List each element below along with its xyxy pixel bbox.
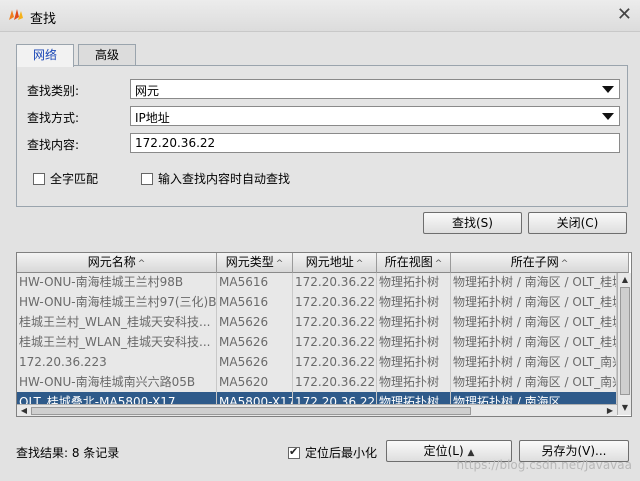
table-cell: 172.20.36.223 [17, 352, 217, 373]
table-cell: 物理拓扑树 / 南海区 / OLT_南兴 [451, 372, 617, 393]
minimize-after-locate-checkbox[interactable] [288, 445, 300, 459]
scroll-thumb[interactable] [620, 287, 630, 395]
scroll-down-icon[interactable]: ▼ [619, 402, 631, 414]
table-row[interactable]: HW-ONU-南海桂城南兴六路05B MA5620 172.20.36.222 物理拓… [17, 372, 617, 393]
table-cell: 物理拓扑树 / 南海区 / OLT_桂城 [451, 332, 617, 353]
sort-arrow-icon: ^ [355, 259, 364, 269]
table-cell: 物理拓扑树 / 南海区 / OLT_桂城 [451, 292, 617, 313]
table-cell: 物理拓扑树 [377, 332, 451, 353]
table-cell: 物理拓扑树 [377, 292, 451, 313]
app-logo-icon [9, 9, 23, 20]
auto-search-option[interactable]: 输入查找内容时自动查找 [141, 170, 290, 187]
scroll-right-icon[interactable]: ▶ [604, 405, 616, 416]
vertical-scrollbar[interactable]: ▲ ▼ [617, 273, 631, 415]
column-header-label: 所在视图 [384, 255, 433, 269]
search-content-label: 查找内容: [27, 138, 80, 152]
column-header-ne-type[interactable]: 网元类型 ^ [217, 253, 293, 273]
table-row[interactable]: 桂城王兰村_WLAN_桂城天安科技... MA5626 172.20.36.227 物… [17, 332, 617, 353]
column-header-ne-name[interactable]: 网元名称 ^ [17, 253, 217, 273]
window-close-icon[interactable]: ✕ [617, 4, 632, 26]
column-header-label: 网元类型 [225, 255, 274, 269]
search-method-value: IP地址 [135, 111, 170, 125]
full-match-checkbox[interactable] [33, 172, 45, 185]
table-header: 网元名称 ^ 网元类型 ^ 网元地址 ^ 所在视图 ^ 所在子网 ^ [17, 253, 629, 273]
table-cell: MA5620 [217, 372, 293, 393]
table-cell: MA5616 [217, 273, 293, 293]
table-cell: HW-ONU-南海桂城王兰村97(三化)B [17, 292, 217, 313]
scroll-left-icon[interactable]: ◀ [18, 405, 30, 416]
table-cell: 物理拓扑树 / 南海区 / OLT_南兴 [451, 352, 617, 373]
table-cell: 172.20.36.227 [293, 332, 377, 353]
close-button[interactable]: 关闭(C) [528, 212, 627, 234]
triangle-up-icon: ▲ [467, 448, 475, 458]
search-criteria-panel: 查找类别: 网元 查找方式: IP地址 查找内容: 全字匹配 输入查找内容时自动… [16, 65, 628, 207]
table-cell: 物理拓扑树 [377, 352, 451, 373]
table-cell: 172.20.36.220 [293, 292, 377, 313]
full-match-option[interactable]: 全字匹配 [33, 170, 98, 187]
chevron-down-icon[interactable] [602, 113, 614, 120]
sort-arrow-icon: ^ [275, 259, 284, 269]
search-button[interactable]: 查找(S) [423, 212, 522, 234]
table-cell: 172.20.36.229 [293, 312, 377, 333]
table-cell: 物理拓扑树 / 南海区 / OLT_桂城 [451, 273, 617, 293]
auto-search-label: 输入查找内容时自动查找 [158, 172, 291, 186]
search-category-value: 网元 [135, 84, 160, 98]
locate-button-label: 定位(L) [423, 444, 464, 458]
search-content-input[interactable] [130, 133, 620, 153]
column-header-view[interactable]: 所在视图 ^ [377, 253, 451, 273]
auto-search-checkbox[interactable] [141, 172, 153, 185]
table-cell: 物理拓扑树 [377, 273, 451, 293]
table-row[interactable]: 172.20.36.223 MA5626 172.20.36.223 物理拓扑树 物理拓… [17, 352, 617, 373]
chevron-down-icon[interactable] [602, 86, 614, 93]
table-row[interactable]: HW-ONU-南海桂城王兰村98B MA5616 172.20.36.221 物理拓扑… [17, 273, 617, 293]
table-cell: MA5626 [217, 352, 293, 373]
watermark: https://blog.csdn.net/Javavaa [456, 458, 632, 472]
column-header-ne-address[interactable]: 网元地址 ^ [293, 253, 377, 273]
search-method-label: 查找方式: [27, 111, 80, 125]
table-cell: 物理拓扑树 [377, 372, 451, 393]
search-category-label: 查找类别: [27, 84, 80, 98]
table-cell: 桂城王兰村_WLAN_桂城天安科技... [17, 312, 217, 333]
sort-arrow-icon: ^ [560, 259, 569, 269]
table-cell: HW-ONU-南海桂城王兰村98B [17, 273, 217, 293]
table-cell: MA5626 [217, 312, 293, 333]
table-cell: 物理拓扑树 / 南海区 / OLT_桂城 [451, 312, 617, 333]
window-title: 查找 [30, 12, 57, 27]
scroll-thumb[interactable] [31, 407, 471, 415]
table-cell: MA5616 [217, 292, 293, 313]
column-header-subnet[interactable]: 所在子网 ^ [451, 253, 629, 273]
search-method-select[interactable]: IP地址 [130, 106, 620, 126]
minimize-after-locate-option[interactable]: 定位后最小化 [288, 444, 377, 461]
table-cell: MA5626 [217, 332, 293, 353]
table-cell: HW-ONU-南海桂城南兴六路05B [17, 372, 217, 393]
minimize-after-locate-label: 定位后最小化 [305, 446, 378, 460]
scroll-up-icon[interactable]: ▲ [619, 274, 631, 286]
table-cell: 172.20.36.222 [293, 372, 377, 393]
tab-advanced[interactable]: 高级 [78, 44, 136, 66]
table-row[interactable]: HW-ONU-南海桂城王兰村97(三化)B MA5616 172.20.36.220… [17, 292, 617, 313]
table-row[interactable]: 桂城王兰村_WLAN_桂城天安科技... MA5626 172.20.36.229 物… [17, 312, 617, 333]
full-match-label: 全字匹配 [50, 172, 99, 186]
sort-arrow-icon: ^ [434, 259, 443, 269]
table-cell: 桂城王兰村_WLAN_桂城天安科技... [17, 332, 217, 353]
table-body: HW-ONU-南海桂城王兰村98B MA5616 172.20.36.221 物理拓扑… [17, 273, 617, 415]
search-category-select[interactable]: 网元 [130, 79, 620, 99]
column-header-label: 网元名称 [87, 255, 136, 269]
horizontal-scrollbar[interactable]: ◀ ▶ [17, 404, 617, 416]
search-result-count: 查找结果: 8 条记录 [16, 446, 120, 460]
table-cell: 172.20.36.223 [293, 352, 377, 373]
table-cell: 172.20.36.221 [293, 273, 377, 293]
sort-arrow-icon: ^ [137, 259, 146, 269]
results-table: 网元名称 ^ 网元类型 ^ 网元地址 ^ 所在视图 ^ 所在子网 ^ HW-ONU-南海桂… [16, 252, 632, 417]
table-cell: 物理拓扑树 [377, 312, 451, 333]
tab-network[interactable]: 网络 [16, 44, 74, 67]
column-header-label: 所在子网 [510, 255, 559, 269]
window-titlebar: 查找 ✕ [0, 0, 640, 32]
column-header-label: 网元地址 [305, 255, 354, 269]
